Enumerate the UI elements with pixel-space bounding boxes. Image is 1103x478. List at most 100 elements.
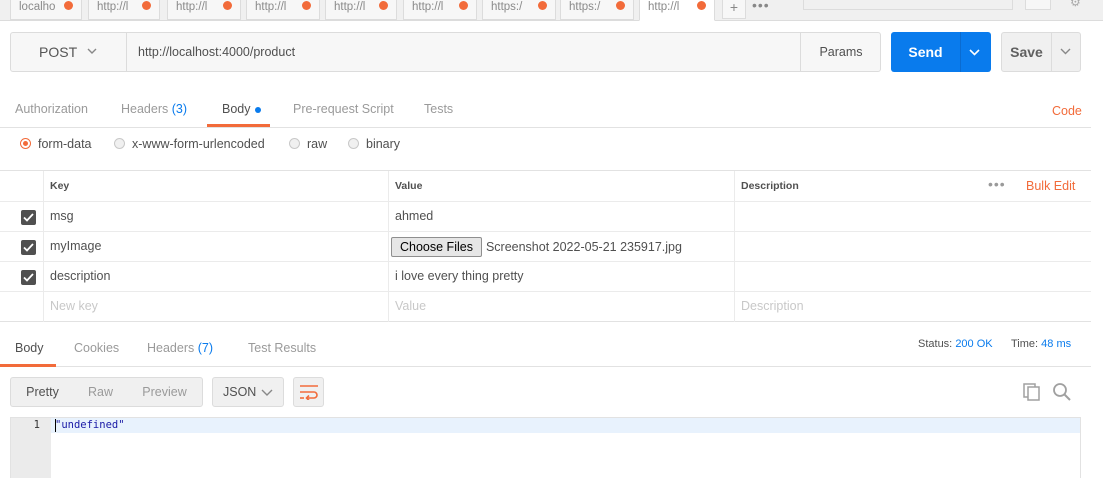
tab-authorization[interactable]: Authorization (15, 102, 88, 116)
more-tabs-button[interactable]: ••• (752, 0, 770, 12)
format-label: JSON (223, 385, 257, 399)
unsaved-dot-icon (302, 1, 311, 10)
unsaved-dot-icon (616, 1, 625, 10)
view-preview-button[interactable]: Preview (127, 378, 202, 406)
send-divider (960, 32, 961, 72)
checkmark-icon (23, 243, 34, 252)
request-tab-6[interactable]: http://l (403, 0, 477, 20)
value-cell: Choose Files Screenshot 2022-05-21 235917… (388, 232, 734, 261)
new-key-input[interactable]: New key (43, 292, 388, 322)
request-tab-2[interactable]: http://l (88, 0, 160, 20)
new-value-input[interactable]: Value (388, 292, 734, 322)
bulk-edit-link[interactable]: Bulk Edit (1026, 171, 1075, 202)
radio-unchecked-icon (289, 138, 300, 149)
radio-unchecked-icon (348, 138, 359, 149)
more-options-icon[interactable]: ••• (988, 177, 1006, 191)
new-tab-button[interactable]: + (722, 0, 746, 19)
description-cell[interactable] (734, 232, 1091, 261)
headers-count: (3) (171, 102, 188, 116)
save-label: Save (1010, 44, 1043, 60)
column-header-key: Key (43, 171, 388, 201)
time-label: Time: (1011, 338, 1039, 350)
chevron-down-icon[interactable] (1060, 48, 1071, 55)
response-tab-test-results[interactable]: Test Results (248, 341, 316, 355)
radio-label: binary (366, 137, 401, 151)
request-tab-4[interactable]: http://l (246, 0, 320, 20)
url-input[interactable]: http://localhost:4000/product (127, 33, 800, 71)
response-tab-headers[interactable]: Headers (7) (147, 341, 213, 355)
params-button[interactable]: Params (800, 33, 881, 71)
tab-label: https:/ (491, 1, 523, 13)
row-checkbox[interactable] (21, 270, 36, 285)
environment-quick-look-button[interactable] (1025, 0, 1051, 10)
view-raw-button[interactable]: Raw (74, 378, 127, 406)
value-cell[interactable]: ahmed (388, 202, 734, 231)
tab-label: http://l (255, 1, 287, 13)
radio-label: raw (307, 137, 328, 151)
unsaved-dot-icon (223, 1, 232, 10)
unsaved-dot-icon (379, 1, 388, 10)
active-response-tab-indicator (0, 364, 56, 367)
copy-icon[interactable] (1022, 382, 1042, 402)
code-link[interactable]: Code (1052, 104, 1082, 118)
request-tab-5[interactable]: http://l (325, 0, 397, 20)
new-description-input[interactable]: Description (734, 292, 1091, 322)
save-button[interactable]: Save (1001, 32, 1081, 72)
tab-label: http://l (176, 1, 208, 13)
description-cell[interactable] (734, 202, 1091, 231)
radio-checked-icon (20, 138, 31, 149)
response-tab-cookies[interactable]: Cookies (74, 341, 119, 355)
unsaved-dot-icon (64, 1, 73, 10)
chevron-down-icon[interactable] (969, 49, 980, 56)
wrap-lines-button[interactable] (293, 377, 324, 407)
send-button[interactable]: Send (891, 32, 991, 72)
request-config-tabs: Authorization Headers (3) Body Pre-reque… (0, 90, 1091, 128)
response-format-select[interactable]: JSON (212, 377, 284, 407)
request-tab-9[interactable]: http://l (639, 0, 715, 21)
chevron-down-icon (261, 389, 273, 396)
tab-headers-label: Headers (121, 102, 169, 116)
key-cell[interactable]: msg (43, 202, 388, 231)
table-header-row: Key Value Description ••• Bulk Edit (0, 171, 1091, 202)
choose-files-button[interactable]: Choose Files (391, 237, 482, 257)
request-tab-8[interactable]: https:/ (560, 0, 634, 20)
chevron-down-icon (87, 48, 97, 54)
response-tab-body[interactable]: Body (15, 341, 44, 355)
method-select[interactable]: POST (11, 33, 127, 71)
tab-label: http://l (97, 1, 129, 13)
environment-select[interactable] (803, 0, 1013, 10)
tab-headers[interactable]: Headers (3) (121, 102, 187, 116)
request-tab-3[interactable]: http://l (167, 0, 241, 20)
tab-tests[interactable]: Tests (424, 102, 453, 116)
gear-icon[interactable]: ⚙ (1070, 0, 1086, 8)
request-tab-7[interactable]: https:/ (482, 0, 556, 20)
response-time: Time: 48 ms (1011, 338, 1071, 350)
table-row: msg ahmed (0, 202, 1091, 232)
description-cell[interactable] (734, 262, 1091, 291)
tab-label: http://l (334, 1, 366, 13)
request-tab-strip: localho http://l http://l http://l http:… (0, 0, 1103, 21)
value-cell[interactable]: i love every thing pretty (388, 262, 734, 291)
text-caret (55, 419, 56, 432)
request-tab-1[interactable]: localho (10, 0, 82, 20)
response-tabs: Body Cookies Headers (7) Test Results St… (0, 322, 1091, 367)
response-code-line: "undefined" (55, 419, 125, 431)
key-cell[interactable]: description (43, 262, 388, 291)
response-body-editor[interactable]: 1 "undefined" (10, 417, 1081, 478)
tab-prerequest-script[interactable]: Pre-request Script (293, 102, 394, 116)
row-checkbox[interactable] (21, 210, 36, 225)
key-cell[interactable]: myImage (43, 232, 388, 261)
row-checkbox[interactable] (21, 240, 36, 255)
checkmark-icon (23, 213, 34, 222)
column-header-value: Value (388, 171, 734, 201)
tab-body[interactable]: Body (222, 102, 261, 116)
tab-label: http://l (412, 1, 444, 13)
time-value: 48 ms (1041, 338, 1072, 350)
unsaved-dot-icon (538, 1, 547, 10)
save-divider (1051, 33, 1052, 71)
tab-label: localho (19, 1, 56, 13)
response-view-mode: Pretty Raw Preview (10, 377, 203, 407)
send-label: Send (908, 44, 943, 60)
search-icon[interactable] (1052, 382, 1072, 402)
view-pretty-button[interactable]: Pretty (11, 378, 74, 406)
